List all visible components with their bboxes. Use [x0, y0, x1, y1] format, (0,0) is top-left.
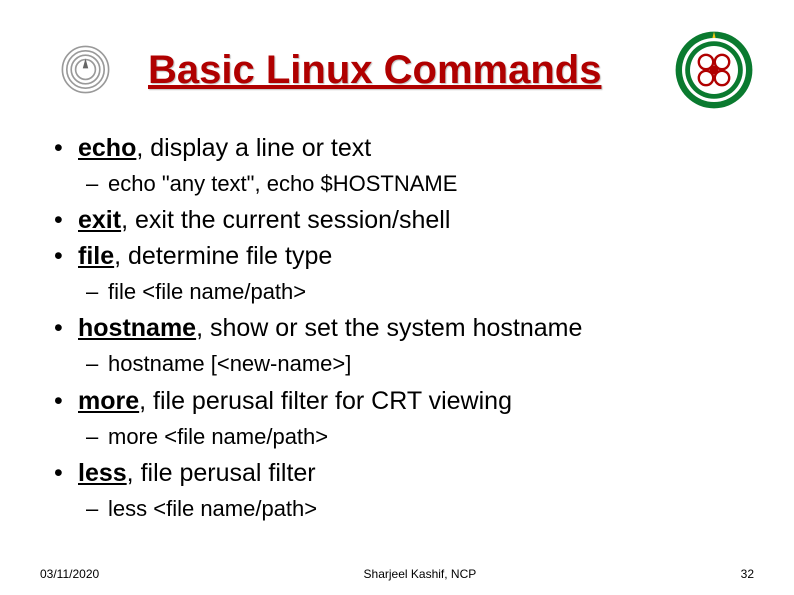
command-sub-item: echo "any text", echo $HOSTNAME	[78, 170, 754, 199]
command-sub-list: less <file name/path>	[78, 495, 754, 524]
slide-title: Basic Linux Commands	[148, 48, 674, 93]
command-item: exit, exit the current session/shell	[48, 204, 754, 238]
command-desc: , display a line or text	[136, 134, 371, 162]
command-desc: , file perusal filter	[127, 459, 316, 487]
command-list: echo, display a line or text echo "any te…	[48, 132, 754, 523]
logo-right	[674, 30, 754, 110]
command-sub-list: hostname [<new-name>]	[78, 350, 754, 379]
command-name: echo	[78, 134, 136, 162]
footer-author: Sharjeel Kashif, NCP	[364, 567, 477, 581]
command-item: more, file perusal filter for CRT viewin…	[48, 385, 754, 451]
command-item: file, determine file type file <file name…	[48, 240, 754, 306]
command-item: less, file perusal filter less <file name…	[48, 457, 754, 523]
command-desc: , determine file type	[114, 242, 332, 270]
command-name: more	[78, 387, 139, 415]
command-desc: , file perusal filter for CRT viewing	[139, 387, 512, 415]
command-sub-list: echo "any text", echo $HOSTNAME	[78, 170, 754, 199]
command-item: hostname, show or set the system hostnam…	[48, 312, 754, 378]
command-desc: , exit the current session/shell	[121, 206, 450, 234]
footer-date: 03/11/2020	[40, 567, 99, 581]
command-name: exit	[78, 206, 121, 234]
command-sub-item: hostname [<new-name>]	[78, 350, 754, 379]
command-sub-item: more <file name/path>	[78, 423, 754, 452]
command-sub-list: file <file name/path>	[78, 278, 754, 307]
slide-content: echo, display a line or text echo "any te…	[40, 132, 754, 523]
command-name: hostname	[78, 314, 196, 342]
command-name: less	[78, 459, 127, 487]
command-name: file	[78, 242, 114, 270]
command-sub-list: more <file name/path>	[78, 423, 754, 452]
slide-footer: 03/11/2020 Sharjeel Kashif, NCP 32	[0, 567, 794, 581]
logo-left	[40, 33, 130, 108]
spiral-icon	[58, 42, 113, 97]
command-desc: , show or set the system hostname	[196, 314, 582, 342]
footer-page: 32	[741, 567, 754, 581]
command-sub-item: file <file name/path>	[78, 278, 754, 307]
command-item: echo, display a line or text echo "any te…	[48, 132, 754, 198]
command-sub-item: less <file name/path>	[78, 495, 754, 524]
slide-header: Basic Linux Commands	[40, 30, 754, 110]
